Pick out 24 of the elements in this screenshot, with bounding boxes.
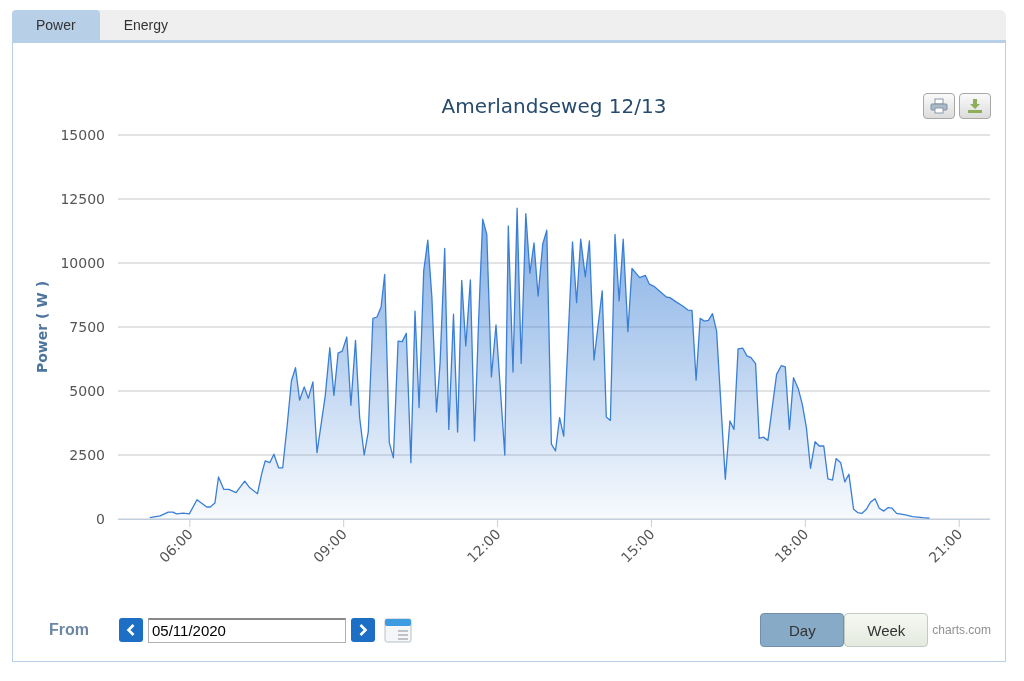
printer-icon [930, 98, 948, 114]
tab[interactable]: Power [12, 10, 100, 40]
y-axis-label: 0 [96, 511, 105, 527]
download-icon [966, 98, 984, 114]
date-field[interactable]: 05/11/2020 [148, 617, 346, 643]
range-button[interactable]: Day [760, 613, 845, 647]
y-axis-label: 5000 [69, 383, 105, 399]
download-button[interactable] [959, 93, 991, 119]
calendar-icon[interactable] [384, 617, 412, 643]
print-button[interactable] [923, 93, 955, 119]
range-button[interactable]: Week [844, 613, 929, 647]
previous-button[interactable] [119, 618, 143, 642]
y-axis-label: 12500 [60, 191, 105, 207]
tab[interactable]: Energy [99, 10, 193, 40]
y-axis-label: 7500 [69, 319, 105, 335]
y-axis-title: Power ( W ) [34, 280, 50, 374]
next-button[interactable] [351, 618, 375, 642]
chart-title: Amerlandseweg 12/13 [441, 94, 667, 118]
y-axis-label: 15000 [60, 127, 105, 143]
chevron-left-icon [125, 623, 137, 637]
from-label: From [49, 621, 89, 639]
y-axis-label: 10000 [60, 255, 105, 271]
chevron-right-icon [357, 623, 369, 637]
y-axis-label: 2500 [69, 447, 105, 463]
